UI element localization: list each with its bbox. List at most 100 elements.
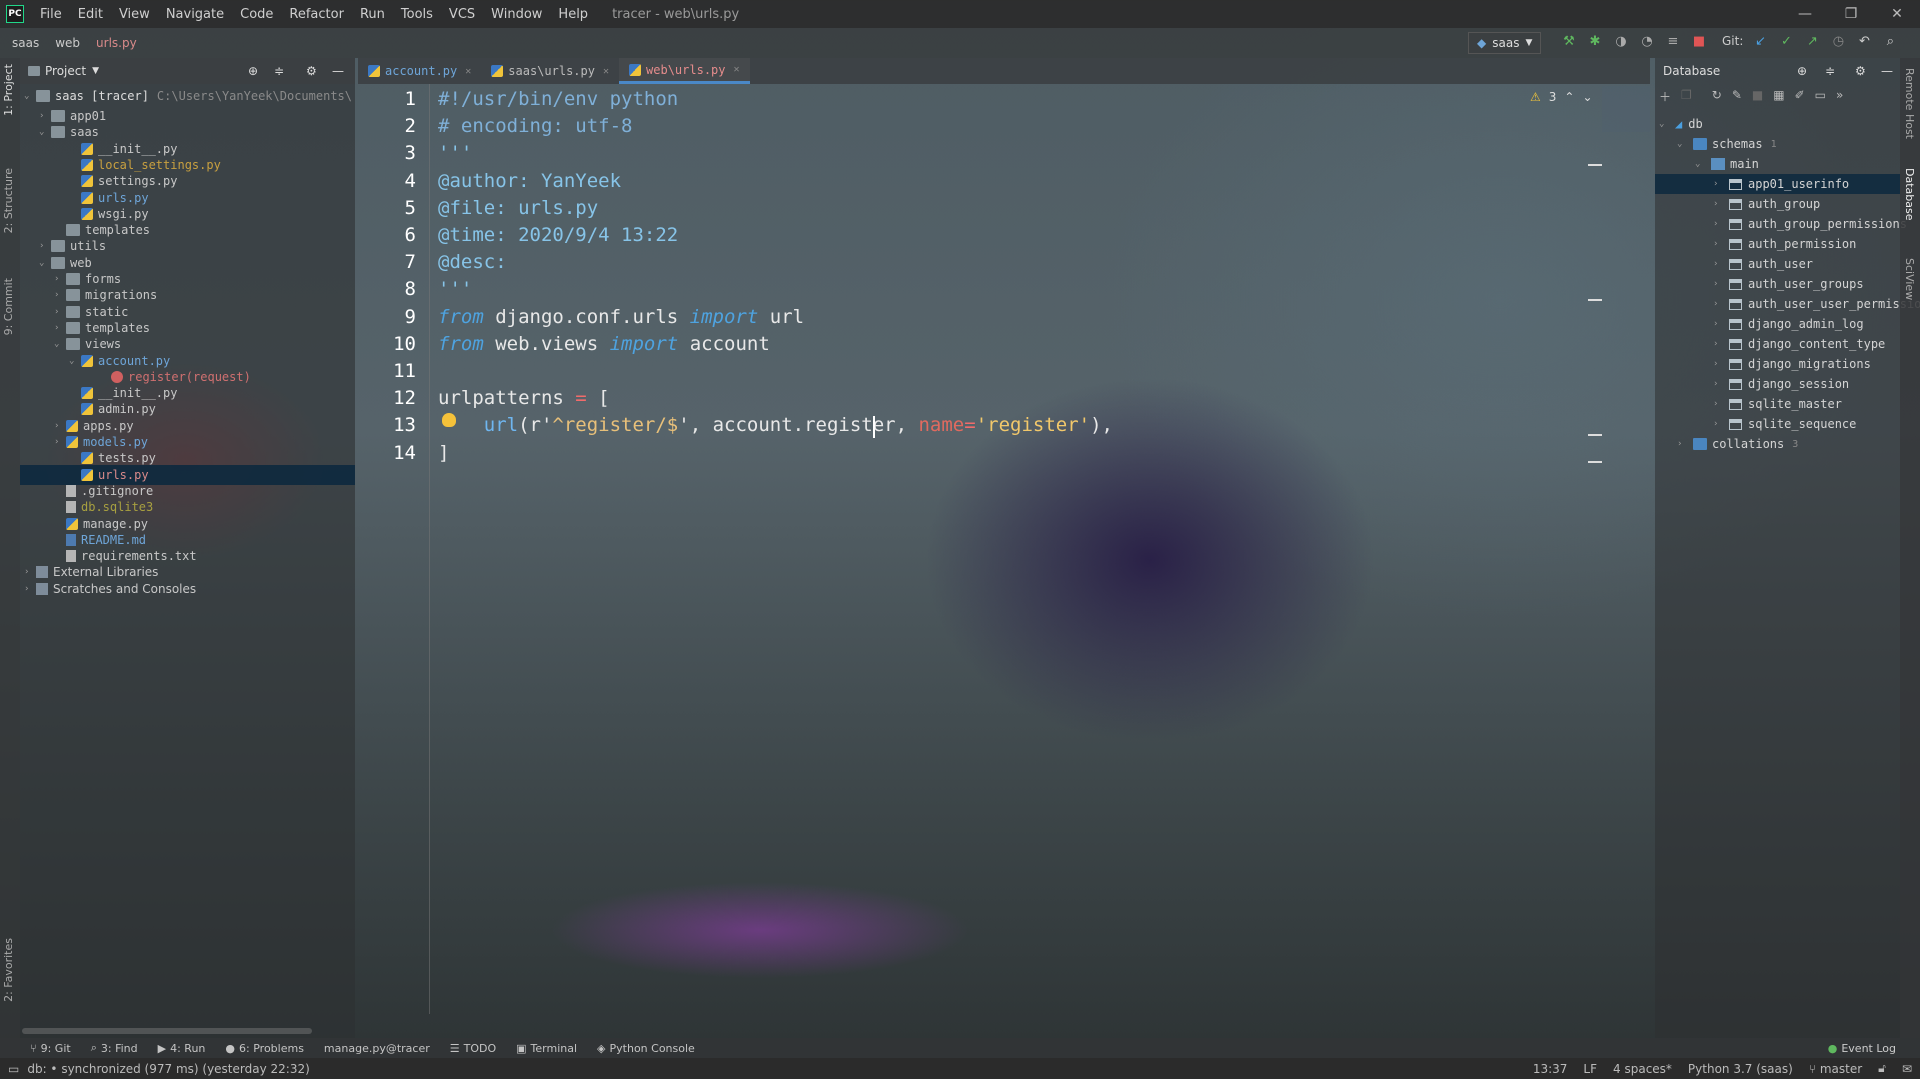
lock-icon[interactable]: 🔓︎ bbox=[1878, 1061, 1886, 1076]
close-button[interactable]: ✕ bbox=[1874, 0, 1920, 28]
breadcrumb-item[interactable]: saas bbox=[4, 36, 47, 50]
editor-tab[interactable]: web\urls.py ✕ bbox=[619, 58, 750, 84]
chevron-icon[interactable]: › bbox=[54, 307, 66, 317]
chevron-icon[interactable]: › bbox=[1713, 219, 1729, 229]
chevron-icon[interactable]: › bbox=[24, 567, 36, 577]
database-tree-item[interactable]: › auth_group_permissions bbox=[1713, 214, 1907, 234]
notifications-icon[interactable]: ✉ bbox=[1902, 1062, 1912, 1076]
commit-tool-tab[interactable]: 9: Commit bbox=[2, 278, 15, 335]
build-icon[interactable]: ⚒ bbox=[1560, 32, 1578, 50]
code-line[interactable]: @author: YanYeek bbox=[438, 170, 621, 197]
chevron-icon[interactable]: › bbox=[24, 584, 36, 594]
code-line[interactable]: from django.conf.urls import url bbox=[438, 306, 804, 333]
close-tab-icon[interactable]: ✕ bbox=[734, 64, 740, 75]
chevron-icon[interactable]: › bbox=[1713, 419, 1729, 429]
horizontal-scrollbar[interactable] bbox=[22, 1028, 312, 1034]
code-line[interactable]: url(r'^register/$', account.register, na… bbox=[438, 414, 1113, 441]
chevron-icon[interactable]: ⌄ bbox=[39, 127, 51, 137]
chevron-icon[interactable]: › bbox=[1677, 439, 1693, 449]
database-tree-item[interactable]: ⌄ main bbox=[1695, 154, 1759, 174]
chevron-icon[interactable]: › bbox=[1713, 199, 1729, 209]
code-minimap[interactable] bbox=[1602, 86, 1650, 132]
structure-tool-tab[interactable]: 2: Structure bbox=[2, 168, 15, 233]
menu-item[interactable]: Tools bbox=[393, 7, 441, 22]
favorites-tool-tab[interactable]: 2: Favorites bbox=[2, 938, 15, 1002]
chevron-icon[interactable]: ⌄ bbox=[69, 356, 81, 366]
menu-item[interactable]: Code bbox=[232, 7, 281, 22]
database-tree-item[interactable]: › auth_user_user_permissions bbox=[1713, 294, 1920, 314]
close-tab-icon[interactable]: ✕ bbox=[465, 66, 471, 77]
profile-icon[interactable]: ◔ bbox=[1638, 32, 1656, 50]
locate-icon[interactable]: ⊕ bbox=[248, 64, 258, 78]
indent-setting[interactable]: 4 spaces* bbox=[1613, 1062, 1672, 1076]
chevron-icon[interactable]: › bbox=[1713, 319, 1729, 329]
database-tree-item[interactable]: › sqlite_master bbox=[1713, 394, 1842, 414]
add-icon[interactable]: ＋ bbox=[1659, 88, 1671, 105]
menu-item[interactable]: Edit bbox=[70, 7, 111, 22]
chevron-down-icon[interactable]: ▼ bbox=[92, 66, 99, 76]
menu-item[interactable]: Refactor bbox=[281, 7, 352, 22]
chevron-icon[interactable]: › bbox=[1713, 259, 1729, 269]
tool-window-button[interactable]: manage.py@tracer bbox=[314, 1041, 440, 1055]
chevron-icon[interactable]: › bbox=[39, 111, 51, 121]
menu-item[interactable]: VCS bbox=[441, 7, 483, 22]
chevron-icon[interactable]: › bbox=[1713, 179, 1729, 189]
code-line[interactable]: urlpatterns = [ bbox=[438, 387, 610, 414]
coverage-icon[interactable]: ◑ bbox=[1612, 32, 1630, 50]
line-separator[interactable]: LF bbox=[1583, 1062, 1597, 1076]
gear-icon[interactable]: ⚙ bbox=[306, 64, 317, 78]
debug-icon[interactable]: ✱ bbox=[1586, 32, 1604, 50]
database-tree-item[interactable]: › sqlite_sequence bbox=[1713, 414, 1856, 434]
scroll-marker[interactable] bbox=[1588, 299, 1602, 301]
code-line[interactable]: #!/usr/bin/env python bbox=[438, 88, 678, 115]
gear-icon[interactable]: ⚙ bbox=[1855, 64, 1866, 78]
tool-window-button[interactable]: ▶ 4: Run bbox=[148, 1041, 216, 1055]
remote-host-tool-tab[interactable]: Remote Host bbox=[1903, 68, 1916, 139]
editor-tab[interactable]: saas\urls.py ✕ bbox=[481, 58, 619, 84]
database-tree-item[interactable]: › django_session bbox=[1713, 374, 1849, 394]
code-line[interactable]: ''' bbox=[438, 142, 472, 169]
project-tree-item[interactable]: › Scratches and Consoles bbox=[24, 579, 196, 599]
collapse-all-icon[interactable]: ≑ bbox=[1825, 64, 1835, 78]
scroll-marker[interactable] bbox=[1588, 434, 1602, 436]
database-tree-item[interactable]: › auth_user_groups bbox=[1713, 274, 1864, 294]
chevron-icon[interactable]: › bbox=[1713, 279, 1729, 289]
edit-icon[interactable]: ✎ bbox=[1732, 88, 1742, 105]
copy-icon[interactable]: ❐ bbox=[1681, 88, 1692, 105]
more-icon[interactable]: » bbox=[1836, 88, 1843, 105]
breadcrumb-item[interactable]: urls.py bbox=[88, 36, 145, 50]
chevron-icon[interactable]: › bbox=[54, 323, 66, 333]
chevron-icon[interactable]: ⌄ bbox=[39, 258, 51, 268]
chevron-icon[interactable]: ⌄ bbox=[1677, 139, 1693, 149]
next-highlight-icon[interactable]: ⌄ bbox=[1582, 90, 1592, 104]
git-push-icon[interactable]: ↗ bbox=[1803, 32, 1821, 50]
git-update-icon[interactable]: ↙ bbox=[1751, 32, 1769, 50]
database-tool-tab[interactable]: Database bbox=[1903, 168, 1916, 221]
tool-window-button[interactable]: ⌕ 3: Find bbox=[81, 1041, 148, 1055]
breadcrumb-item[interactable]: web bbox=[47, 36, 88, 50]
project-tool-tab[interactable]: 1: Project bbox=[2, 64, 15, 116]
minimize-button[interactable]: — bbox=[1782, 0, 1828, 28]
chevron-icon[interactable]: › bbox=[1713, 399, 1729, 409]
close-tab-icon[interactable]: ✕ bbox=[603, 66, 609, 77]
tool-window-button[interactable]: ▣ Terminal bbox=[506, 1041, 587, 1055]
chevron-icon[interactable]: › bbox=[1713, 339, 1729, 349]
restore-button[interactable]: ❐ bbox=[1828, 0, 1874, 28]
previous-highlight-icon[interactable]: ⌃ bbox=[1564, 90, 1574, 104]
console-icon[interactable]: ▭ bbox=[1815, 88, 1826, 105]
database-tree-item[interactable]: › django_migrations bbox=[1713, 354, 1871, 374]
scroll-marker[interactable] bbox=[1588, 164, 1602, 166]
code-line[interactable]: ] bbox=[438, 442, 449, 469]
run-configuration-selector[interactable]: ◆ saas ▼ bbox=[1468, 32, 1542, 54]
rollback-icon[interactable]: ↶ bbox=[1855, 32, 1873, 50]
chevron-icon[interactable]: › bbox=[1713, 379, 1729, 389]
event-log-button[interactable]: ● Event Log bbox=[1828, 1038, 1896, 1058]
status-icon[interactable]: ▭ bbox=[0, 1062, 19, 1076]
code-line[interactable]: @file: urls.py bbox=[438, 197, 598, 224]
chevron-icon[interactable]: › bbox=[1713, 239, 1729, 249]
menu-item[interactable]: Run bbox=[352, 7, 393, 22]
menu-item[interactable]: Help bbox=[550, 7, 596, 22]
collapse-all-icon[interactable]: ≑ bbox=[274, 64, 284, 78]
menu-item[interactable]: View bbox=[111, 7, 158, 22]
history-icon[interactable]: ◷ bbox=[1829, 32, 1847, 50]
